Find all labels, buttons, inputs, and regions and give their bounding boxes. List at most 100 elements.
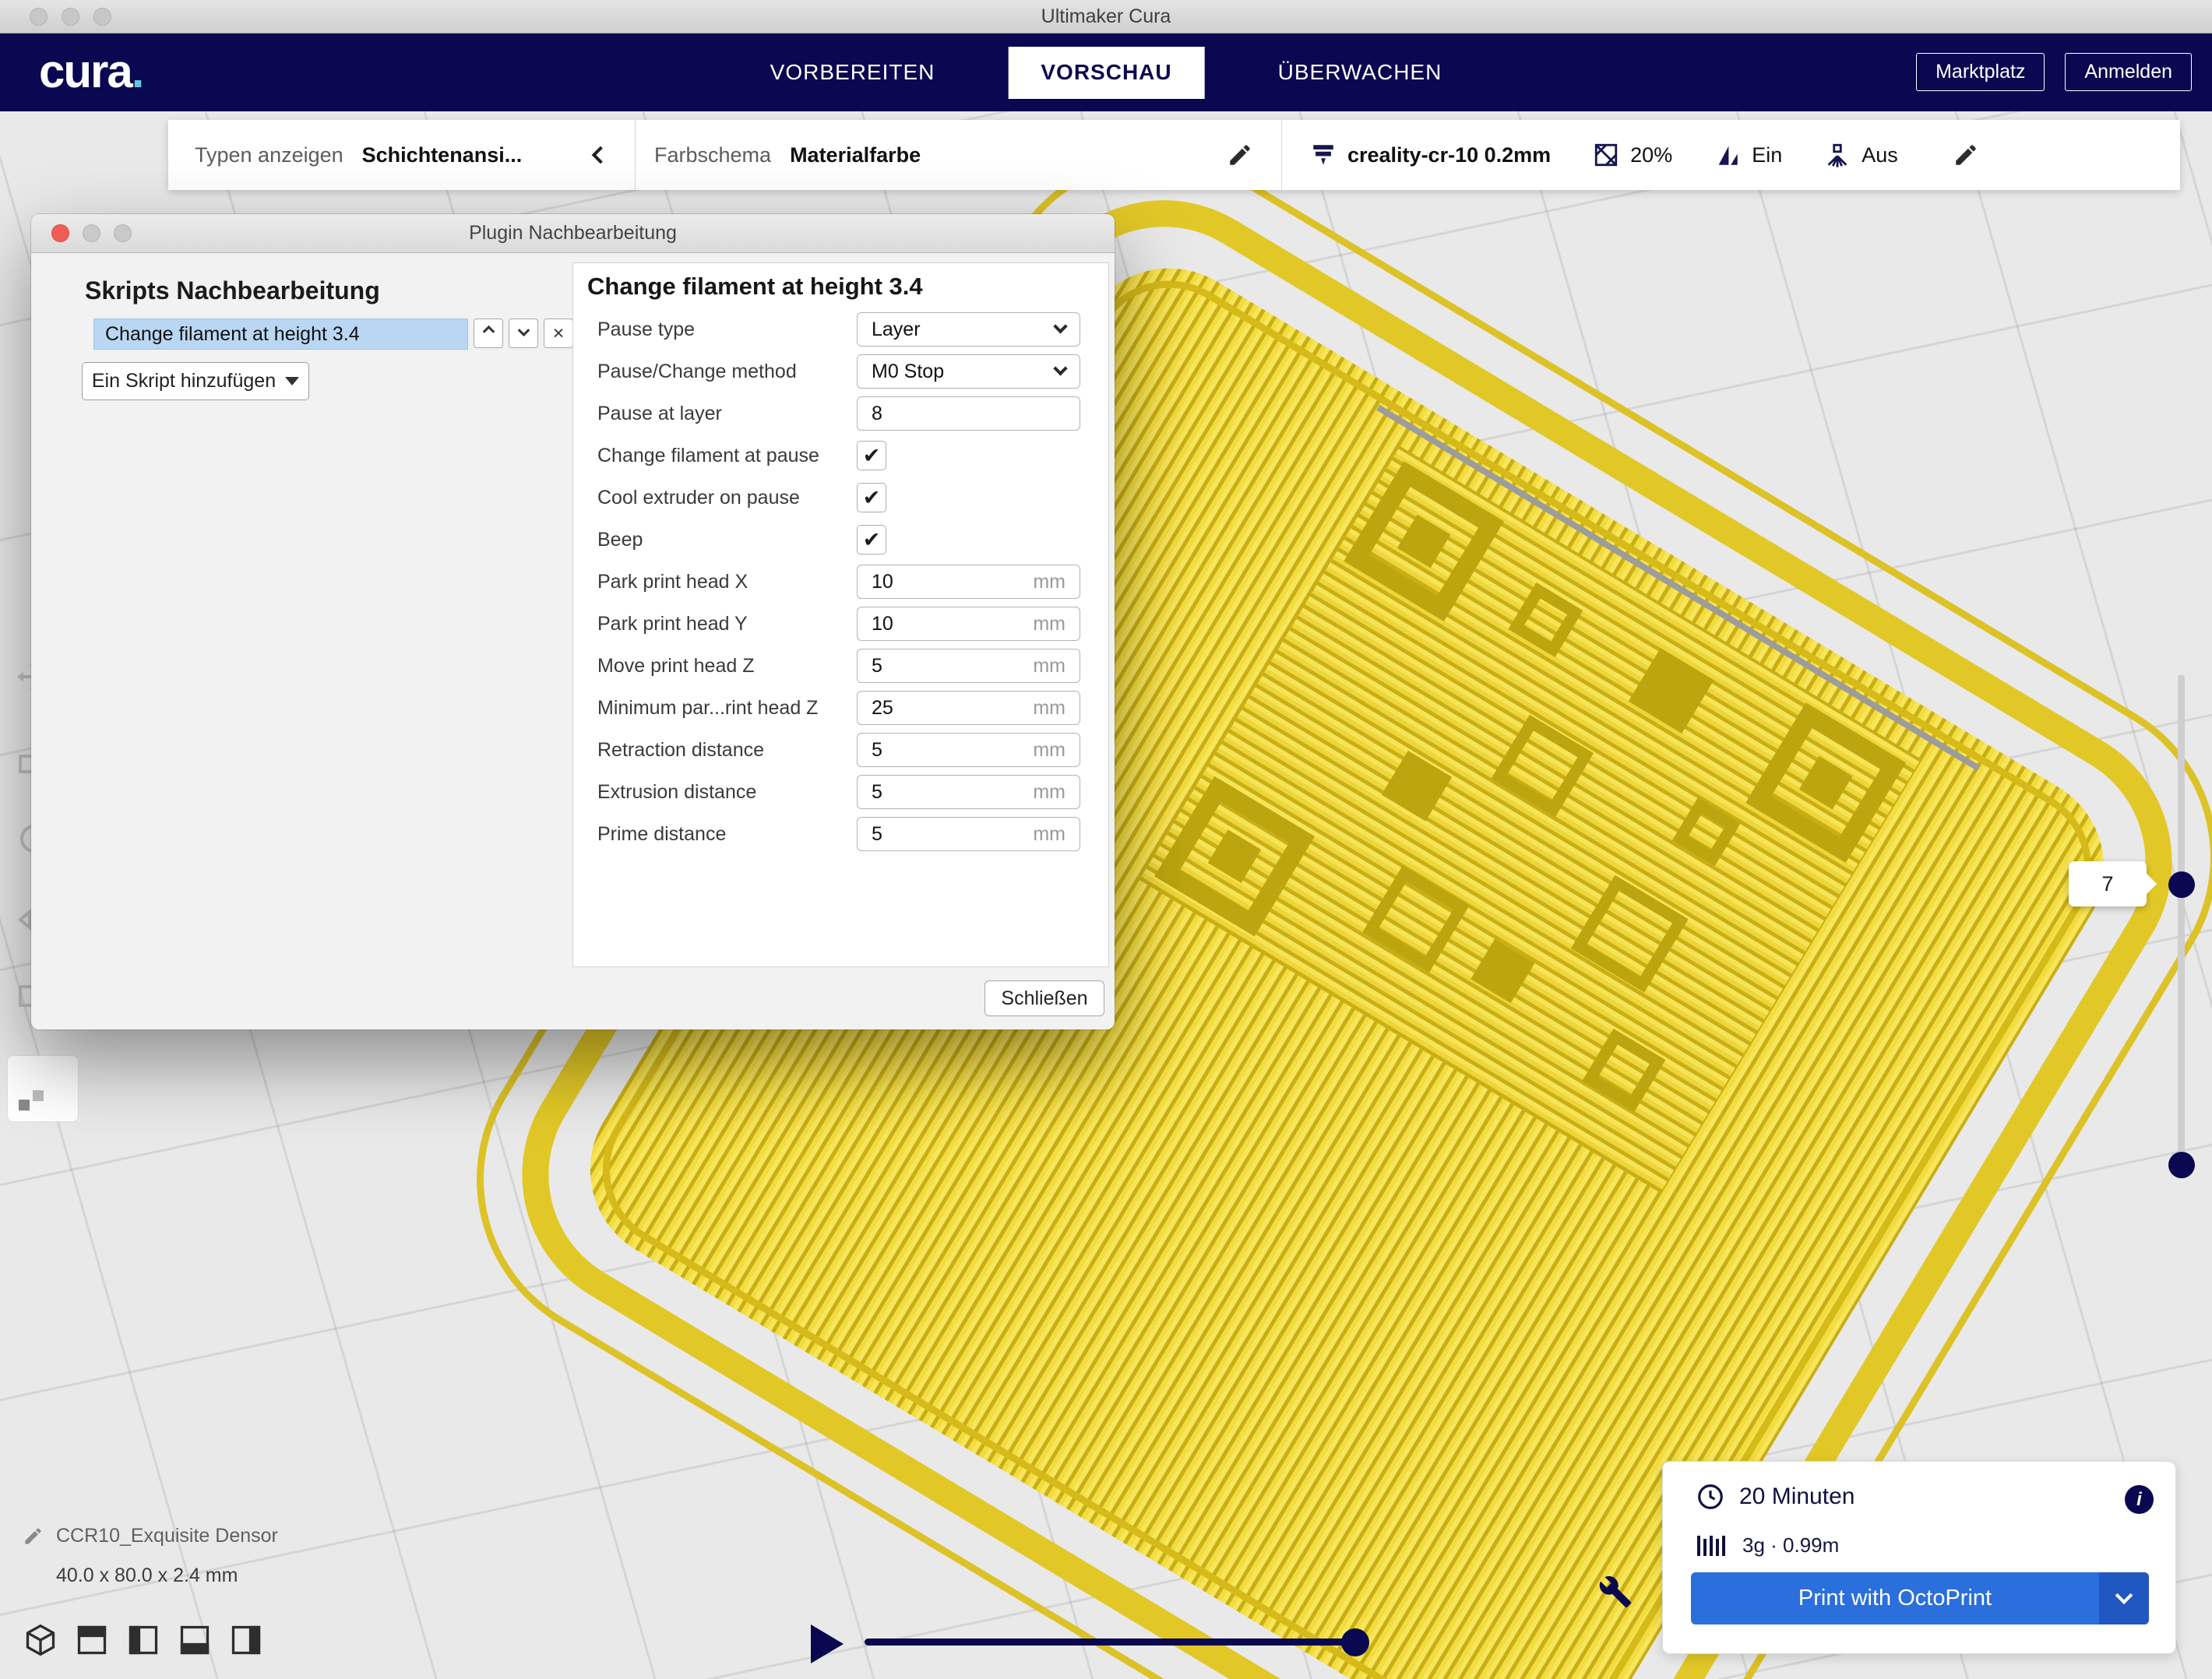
infill-icon <box>1593 142 1619 168</box>
view-type-selector[interactable]: Typen anzeigen Schichtenansi... <box>168 120 635 190</box>
print-options-dropdown[interactable] <box>2099 1572 2149 1624</box>
view-3d-icon[interactable] <box>23 1623 58 1657</box>
park-print-head-x-input[interactable]: 10mm <box>857 565 1080 599</box>
retraction-distance-input[interactable]: 5mm <box>857 733 1080 767</box>
move-print-head-z-input[interactable]: 5mm <box>857 649 1080 683</box>
unit-label: mm <box>1033 655 1065 678</box>
beep-checkbox[interactable]: ✔ <box>857 525 886 554</box>
unit-label: mm <box>1033 739 1065 762</box>
view-right-icon[interactable] <box>229 1623 263 1657</box>
layer-slider-upper-handle[interactable] <box>2168 871 2195 898</box>
form-row: Change filament at pause ✔ <box>573 435 1108 477</box>
pause-at-layer-input[interactable]: 8 <box>857 396 1080 431</box>
remove-script-button[interactable]: × <box>544 319 573 348</box>
layer-slider-lower-handle[interactable] <box>2168 1152 2195 1178</box>
field-label: Change filament at pause <box>597 445 819 467</box>
unit-label: mm <box>1033 781 1065 804</box>
color-legend-box[interactable] <box>7 1055 79 1122</box>
color-scheme-selector[interactable]: Farbschema Materialfarbe <box>635 120 1281 190</box>
scripts-heading: Skripts Nachbearbeitung <box>85 276 380 305</box>
field-label: Beep <box>597 529 643 551</box>
field-label: Park print head Y <box>597 613 748 635</box>
qr-finder-pattern <box>1344 461 1504 621</box>
field-label: Cool extruder on pause <box>597 487 800 509</box>
dialog-close-button[interactable] <box>51 224 69 242</box>
move-script-up-button[interactable] <box>474 319 503 348</box>
rename-pencil-icon[interactable] <box>23 1526 44 1547</box>
minimum-par-rint-head-z-input[interactable]: 25mm <box>857 691 1080 725</box>
edit-pencil-icon[interactable] <box>1953 142 1979 168</box>
print-time: 20 Minuten <box>1739 1484 1854 1510</box>
qr-block <box>1471 939 1534 1003</box>
dialog-minimize-button[interactable] <box>83 224 100 242</box>
infill-group: 20% <box>1593 142 1672 168</box>
qr-block <box>1508 583 1583 657</box>
cool-extruder-on-pause-checkbox[interactable]: ✔ <box>857 483 886 512</box>
script-settings-panel: Change filament at height 3.4 Pause type… <box>572 262 1109 967</box>
path-slider-track[interactable] <box>865 1639 1361 1646</box>
unit-label: mm <box>1033 823 1065 846</box>
field-label: Pause/Change method <box>597 361 797 383</box>
dialog-zoom-button[interactable] <box>114 224 132 242</box>
tab-ueberwachen[interactable]: ÜBERWACHEN <box>1245 47 1475 99</box>
view-top-icon[interactable] <box>126 1623 160 1657</box>
window-close-button[interactable] <box>30 8 48 26</box>
infill-value: 20% <box>1630 143 1672 167</box>
legend-icon <box>17 1086 48 1112</box>
print-with-octoprint-button[interactable]: Print with OctoPrint <box>1691 1572 2149 1624</box>
model-info: CCR10_Exquisite Densor 40.0 x 80.0 x 2.4… <box>23 1525 278 1587</box>
close-icon: × <box>553 322 565 345</box>
prime-distance-input[interactable]: 5mm <box>857 817 1080 851</box>
form-row: Move print head Z5mm <box>573 645 1108 687</box>
signin-button[interactable]: Anmelden <box>2065 53 2192 91</box>
qr-block <box>1582 1029 1665 1112</box>
extrusion-distance-input[interactable]: 5mm <box>857 775 1080 809</box>
form-row: Park print head X10mm <box>573 561 1108 603</box>
qr-block <box>1672 797 1741 866</box>
dialog-close-action-button[interactable]: Schließen <box>984 980 1104 1016</box>
layer-slider-track[interactable] <box>2178 674 2185 1173</box>
field-label: Prime distance <box>597 823 726 846</box>
field-label: Minimum par...rint head Z <box>597 697 818 720</box>
chevron-down-icon <box>517 324 530 336</box>
move-script-down-button[interactable] <box>509 319 538 348</box>
qr-block <box>1629 648 1714 734</box>
selected-script-item[interactable]: Change filament at height 3.4 <box>93 319 468 350</box>
view-front-icon[interactable] <box>75 1623 109 1657</box>
unit-label: mm <box>1033 571 1065 593</box>
check-icon: ✔ <box>863 486 881 510</box>
play-button[interactable] <box>811 1624 844 1663</box>
add-script-button[interactable]: Ein Skript hinzufügen <box>82 362 309 400</box>
support-icon <box>1714 142 1741 168</box>
form-row: Cool extruder on pause ✔ <box>573 477 1108 519</box>
color-scheme-value: Materialfarbe <box>790 143 921 167</box>
chevron-up-icon <box>482 325 495 337</box>
printer-icon <box>1310 142 1337 168</box>
info-icon[interactable]: i <box>2125 1485 2154 1514</box>
window-zoom-button[interactable] <box>93 8 111 26</box>
pause-type-select[interactable]: Layer <box>857 312 1080 347</box>
edit-pencil-icon[interactable] <box>1227 142 1253 168</box>
adhesion-icon <box>1824 142 1851 168</box>
collapse-chevron-icon[interactable] <box>592 146 610 164</box>
view-left-icon[interactable] <box>178 1623 212 1657</box>
field-label: Extrusion distance <box>597 781 756 804</box>
path-slider-handle[interactable] <box>1341 1628 1369 1656</box>
change-filament-at-pause-checkbox[interactable]: ✔ <box>857 441 886 470</box>
material-usage: 3g · 0.99m <box>1742 1533 1839 1558</box>
park-print-head-y-input[interactable]: 10mm <box>857 607 1080 641</box>
pause-change-method-select[interactable]: M0 Stop <box>857 354 1080 389</box>
window-minimize-button[interactable] <box>62 8 79 26</box>
script-settings-heading: Change filament at height 3.4 <box>587 273 923 301</box>
script-settings-form: Pause typeLayerPause/Change methodM0 Sto… <box>573 308 1108 855</box>
qr-block <box>1571 875 1689 993</box>
adhesion-value: Aus <box>1862 143 1898 167</box>
qr-finder-pattern <box>1154 776 1315 937</box>
print-settings-summary[interactable]: creality-cr-10 0.2mm 20% Ein Aus <box>1281 120 2180 190</box>
printer-group: creality-cr-10 0.2mm <box>1310 142 1551 168</box>
tab-vorschau[interactable]: VORSCHAU <box>1008 47 1204 99</box>
form-row: Park print head Y 10mm <box>573 603 1108 645</box>
marketplace-button[interactable]: Marktplatz <box>1916 53 2045 91</box>
tab-vorbereiten[interactable]: VORBEREITEN <box>738 47 968 99</box>
adjust-tool-icon[interactable] <box>1598 1575 1633 1609</box>
